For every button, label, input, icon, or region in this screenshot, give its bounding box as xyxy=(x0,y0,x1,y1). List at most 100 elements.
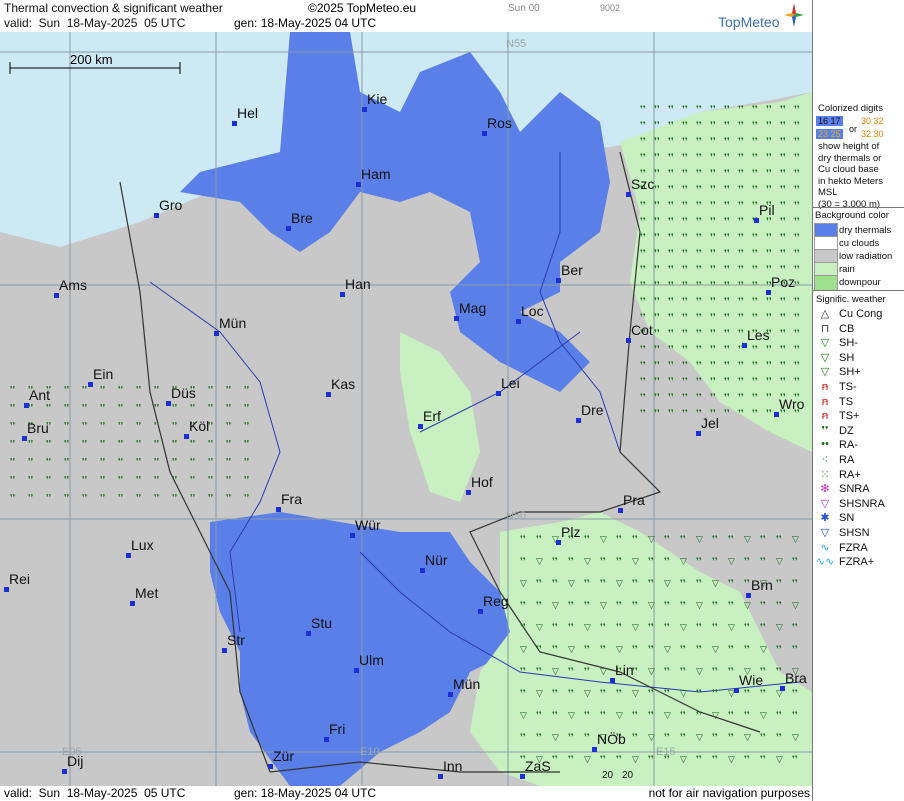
drizzle-mark: ❜❜ xyxy=(710,152,716,162)
drizzle-mark: ❜❜ xyxy=(654,408,660,418)
drizzle-mark: ❜❜ xyxy=(780,120,786,130)
drizzle-mark: ❜❜ xyxy=(728,732,734,742)
city-marker xyxy=(556,540,561,545)
drizzle-mark: ❜❜ xyxy=(794,152,800,162)
drizzle-mark: ❜❜ xyxy=(136,385,141,394)
drizzle-mark: ❜❜ xyxy=(536,732,542,742)
shower-icon: ▽ xyxy=(820,351,830,364)
city-label: Köl xyxy=(189,418,210,434)
drizzle-mark: ❜❜ xyxy=(710,328,716,338)
drizzle-mark: ▽ xyxy=(776,556,783,566)
drizzle-mark: ❜❜ xyxy=(10,457,15,466)
drizzle-mark: ❜❜ xyxy=(584,666,590,676)
legend-bg-title: Background color xyxy=(815,210,889,221)
drizzle-mark: ❜❜ xyxy=(640,136,646,146)
drizzle-mark: ❜❜ xyxy=(172,439,177,448)
drizzle-mark: ❜❜ xyxy=(760,754,766,764)
drizzle-mark: ❜❜ xyxy=(244,439,249,448)
drizzle-mark: ❜❜ xyxy=(654,344,660,354)
drizzle-mark: ❜❜ xyxy=(632,578,638,588)
drizzle-mark: ❜❜ xyxy=(776,534,782,544)
city-marker xyxy=(610,678,615,683)
drizzle-mark: ❜❜ xyxy=(738,312,744,322)
drizzle-mark: ❜❜ xyxy=(208,385,213,394)
drizzle-mark: ❜❜ xyxy=(552,754,558,764)
drizzle-mark: ❜❜ xyxy=(696,120,702,130)
drizzle-mark: ❜❜ xyxy=(794,136,800,146)
drizzle-mark: ❜❜ xyxy=(664,622,670,632)
drizzle-mark: ❜❜ xyxy=(632,534,638,544)
legend-swatch xyxy=(814,262,838,278)
drizzle-mark: ❜❜ xyxy=(752,408,758,418)
legend-sig-label: TS- xyxy=(839,381,857,393)
city-label: Mün xyxy=(219,315,247,331)
city-label: Ant xyxy=(29,387,51,403)
drizzle-mark: ❜❜ xyxy=(766,104,772,114)
drizzle-mark: ▽ xyxy=(680,556,687,566)
drizzle-mark: ❜❜ xyxy=(682,152,688,162)
drizzle-mark: ❜❜ xyxy=(780,136,786,146)
scale-label: 200 km xyxy=(70,52,113,67)
city-label: Ros xyxy=(487,115,512,131)
drizzle-mark: ❜❜ xyxy=(752,152,758,162)
drizzle-mark: ❜❜ xyxy=(766,296,772,306)
drizzle-mark: ❜❜ xyxy=(118,493,123,502)
drizzle-mark: ❜❜ xyxy=(794,168,800,178)
city-marker xyxy=(448,692,453,697)
drizzle-mark: ▽ xyxy=(648,666,655,676)
legend-sig-label: TS+ xyxy=(839,410,860,423)
drizzle-mark: ▽ xyxy=(632,754,639,764)
map-panel[interactable]: ❜❜ ❜❜ ❜❜ ❜❜ ❜❜ ❜❜ ❜❜ ❜❜ ❜❜ ❜❜ ❜❜ ❜❜ ❜❜ ❜❜ ❜❜ ❜❜ ❜❜ ❜❜ ❜❜ ❜❜… xyxy=(0,32,812,786)
drizzle-mark: ❜❜ xyxy=(794,328,800,338)
drizzle-mark: ❜❜ xyxy=(82,493,87,502)
drizzle-mark: ❜❜ xyxy=(668,248,674,258)
city-marker xyxy=(340,292,345,297)
city-label: Rei xyxy=(9,571,31,587)
drizzle-mark: ❜❜ xyxy=(640,216,646,226)
drizzle-mark: ❜❜ xyxy=(136,403,141,412)
drizzle-mark: ❜❜ xyxy=(616,688,622,698)
city-marker xyxy=(478,609,483,614)
drizzle-mark: ❜❜ xyxy=(668,216,674,226)
drizzle-mark: ▽ xyxy=(792,534,799,544)
drizzle-mark: ❜❜ xyxy=(682,328,688,338)
drizzle-mark: ❜❜ xyxy=(536,710,542,720)
city-marker xyxy=(618,508,623,513)
drizzle-mark: ❜❜ xyxy=(10,421,15,430)
legend-explain-line: dry thermals or xyxy=(818,152,882,164)
rain-icon: ⁖ xyxy=(821,454,829,466)
drizzle-mark: ❜❜ xyxy=(766,392,772,402)
shower-snow-icon: ▽ xyxy=(820,527,830,539)
drizzle-mark: ▽ xyxy=(664,710,671,720)
city-marker xyxy=(22,436,27,441)
drizzle-mark: ❜❜ xyxy=(46,403,51,412)
drizzle-mark: ▽ xyxy=(648,732,655,742)
drizzle-mark: ❜❜ xyxy=(794,296,800,306)
drizzle-mark: ❜❜ xyxy=(600,754,606,764)
drizzle-mark: ❜❜ xyxy=(682,280,688,290)
drizzle-mark: ❜❜ xyxy=(728,644,734,654)
city-label: Ams xyxy=(59,277,87,293)
drizzle-mark: ❜❜ xyxy=(536,600,542,610)
drizzle-mark: ❜❜ xyxy=(710,344,716,354)
drizzle-mark: ❜❜ xyxy=(680,600,686,610)
drizzle-mark: ❜❜ xyxy=(640,104,646,114)
drizzle-mark: ❜❜ xyxy=(766,168,772,178)
city-label: Erf xyxy=(423,408,441,424)
day-label: Sun 00 xyxy=(508,3,540,14)
drizzle-mark: ❜❜ xyxy=(710,232,716,242)
drizzle-mark: ❜❜ xyxy=(648,644,654,654)
drizzle-mark: ❜❜ xyxy=(520,622,526,632)
drizzle-mark: ❜❜ xyxy=(616,754,622,764)
drizzle-mark: ❜❜ xyxy=(640,360,646,370)
city-label: Poz xyxy=(771,274,796,290)
drizzle-mark: ❜❜ xyxy=(682,296,688,306)
drizzle-mark: ❜❜ xyxy=(696,360,702,370)
drizzle-mark: ❜❜ xyxy=(136,457,141,466)
drizzle-mark: ▽ xyxy=(664,578,671,588)
city-marker xyxy=(214,331,219,336)
drizzle-mark: ❜❜ xyxy=(208,439,213,448)
drizzle-mark: ▽ xyxy=(760,644,767,654)
grid-label-e15: E15 xyxy=(656,746,676,758)
city-label: Hof xyxy=(471,474,493,490)
